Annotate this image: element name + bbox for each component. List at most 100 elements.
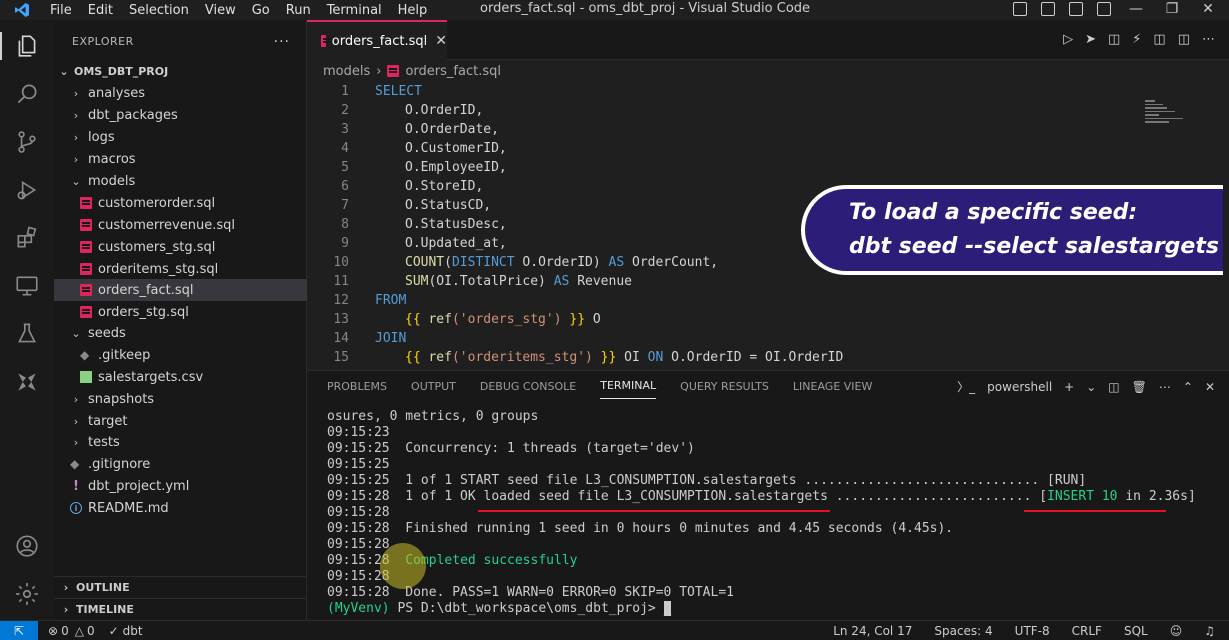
file-customerrevenue-sql[interactable]: customerrevenue.sql [54,214,307,236]
tab-problems[interactable]: PROBLEMS [327,374,387,399]
customize-layout-icon[interactable] [1097,2,1111,16]
maximize-panel-icon[interactable]: ⌃ [1183,380,1193,394]
menu-help[interactable]: Help [392,3,434,18]
database-icon[interactable]: ◫ [1108,32,1120,47]
folder-dbt-packages[interactable]: › dbt_packages [54,104,307,126]
file-customerorder-sql[interactable]: customerorder.sql [54,192,307,214]
run-debug-icon[interactable] [0,172,54,208]
tab-orders-fact-sql[interactable]: orders_fact.sql ✕ [307,20,447,60]
file-customers-stg-sql[interactable]: customers_stg.sql [54,236,307,258]
window-title: orders_fact.sql - oms_dbt_proj - Visual … [480,1,811,16]
restore-icon[interactable]: ❐ [1161,1,1183,17]
title-bar: File Edit Selection View Go Run Terminal… [0,0,1229,20]
remote-explorer-icon[interactable] [0,268,54,304]
file-orders-fact-sql[interactable]: orders_fact.sql [54,279,307,301]
code-line: COUNT(DISTINCT O.OrderID) AS OrderCount, [405,255,718,270]
tab-lineage-view[interactable]: LINEAGE VIEW [793,374,872,399]
folder-macros[interactable]: › macros [54,148,307,170]
send-icon[interactable]: ➤ [1085,32,1096,47]
timeline-section[interactable]: › TIMELINE [54,598,307,620]
dbt-status[interactable]: dbt [123,624,143,638]
code-line: SUM(OI.TotalPrice) AS Revenue [405,274,632,289]
errors-icon[interactable]: ⊗ [48,624,58,638]
menu-view[interactable]: View [199,3,242,18]
chevron-down-icon[interactable]: ⌄ [1086,380,1096,394]
dbt-power-user-icon[interactable] [0,364,54,400]
errors-count[interactable]: 0 [61,624,69,638]
feedback-icon[interactable]: ☺ [1170,624,1183,638]
file-gitignore[interactable]: ◆ .gitignore [54,453,307,475]
breadcrumb-models[interactable]: models [323,64,370,79]
toggle-primary-sidebar-icon[interactable] [1013,2,1027,16]
close-tab-icon[interactable]: ✕ [435,33,447,49]
file-orderitems-stg-sql[interactable]: orderitems_stg.sql [54,258,307,280]
file-readme-md[interactable]: i README.md [54,497,307,519]
encoding[interactable]: UTF-8 [1015,624,1050,638]
compare-icon[interactable]: ◫ [1153,32,1165,47]
indentation[interactable]: Spaces: 4 [934,624,992,638]
toggle-secondary-sidebar-icon[interactable] [1069,2,1083,16]
split-terminal-icon[interactable]: ◫ [1108,380,1119,394]
minimize-icon[interactable]: — [1125,1,1147,17]
remote-indicator-icon[interactable]: ⇱ [0,620,38,640]
trash-icon[interactable]: 🗑 [1132,380,1147,394]
warnings-count[interactable]: 0 [87,624,95,638]
menu-run[interactable]: Run [280,3,317,18]
folder-tests[interactable]: › tests [54,431,307,453]
folder-models[interactable]: ⌄ models [54,170,307,192]
breadcrumb-file[interactable]: orders_fact.sql [405,64,501,79]
more-actions-icon[interactable]: ... [274,30,290,46]
tab-output[interactable]: OUTPUT [411,374,456,399]
extensions-icon[interactable] [0,220,54,256]
file-gitkeep[interactable]: ◆ .gitkeep [54,344,307,366]
code-token: ( [444,255,452,270]
close-panel-icon[interactable]: ✕ [1205,380,1215,394]
tab-query-results[interactable]: QUERY RESULTS [680,374,769,399]
close-window-icon[interactable]: ✕ [1197,1,1219,17]
notifications-bell-icon[interactable]: ♫ [1204,624,1215,638]
code-token: O.OrderID) [514,255,609,270]
tab-terminal[interactable]: TERMINAL [600,373,657,399]
outline-section[interactable]: › OUTLINE [54,576,307,598]
tab-debug-console[interactable]: DEBUG CONSOLE [480,374,576,399]
toggle-panel-icon[interactable] [1041,2,1055,16]
file-dbt-project-yml[interactable]: ! dbt_project.yml [54,475,307,497]
menu-terminal[interactable]: Terminal [321,3,388,18]
more-panel-actions-icon[interactable]: ⋯ [1159,380,1171,394]
line-number: 13 [333,312,349,327]
terminal-output[interactable]: osures, 0 metrics, 0 groups 09:15:23 09:… [327,409,1217,617]
folder-analyses[interactable]: › analyses [54,82,307,104]
menu-go[interactable]: Go [246,3,276,18]
project-root-folder[interactable]: ⌄ OMS_DBT_PROJ [54,60,307,82]
terminal-shell-name[interactable]: powershell [987,380,1052,394]
folder-logs[interactable]: › logs [54,126,307,148]
new-terminal-icon[interactable]: + [1064,380,1074,394]
menu-file[interactable]: File [44,3,78,18]
explorer-icon[interactable] [0,28,54,64]
folder-seeds[interactable]: ⌄ seeds [54,322,307,344]
folder-target[interactable]: › target [54,410,307,432]
chevron-right-icon: › [73,414,79,428]
minimap[interactable] [1145,100,1185,130]
line-endings[interactable]: CRLF [1072,624,1102,638]
manage-gear-icon[interactable] [0,576,54,612]
lightning-icon[interactable]: ⚡ [1132,32,1141,47]
accounts-icon[interactable] [0,528,54,564]
source-control-icon[interactable] [0,124,54,160]
split-editor-icon[interactable]: ◫ [1178,32,1190,47]
run-icon[interactable]: ▷ [1063,32,1073,47]
line-number: 6 [341,179,349,194]
file-orders-stg-sql[interactable]: orders_stg.sql [54,301,307,323]
cursor-position[interactable]: Ln 24, Col 17 [833,624,912,638]
line-number: 11 [333,274,349,289]
language-mode[interactable]: SQL [1124,624,1148,638]
warnings-icon[interactable]: △ [75,624,84,638]
folder-snapshots[interactable]: › snapshots [54,388,307,410]
menu-selection[interactable]: Selection [123,3,195,18]
menu-edit[interactable]: Edit [82,3,119,18]
testing-icon[interactable] [0,316,54,352]
file-salestargets-csv[interactable]: salestargets.csv [54,366,307,388]
search-icon[interactable] [0,76,54,112]
more-editor-actions-icon[interactable]: ⋯ [1202,32,1215,47]
terminal-line: osures, 0 metrics, 0 groups [327,409,539,424]
